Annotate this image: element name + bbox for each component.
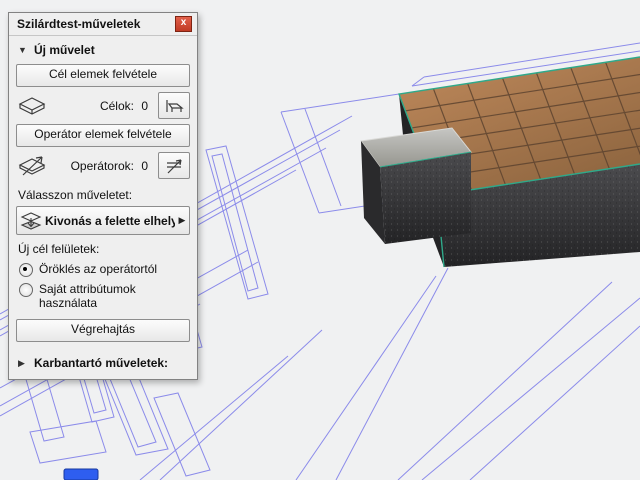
target-slab-icon — [16, 94, 48, 118]
section-new-operation[interactable]: ▼ Új művelet — [9, 36, 197, 62]
app-screen: Szilárdtest-műveletek x ▼ Új művelet Cél… — [0, 0, 640, 480]
pick-operators-button[interactable] — [158, 152, 190, 179]
step-front-texture — [380, 152, 471, 244]
pick-operators-icon — [164, 158, 184, 174]
radio-custom-label-line2: használata — [39, 296, 136, 310]
targets-counter: Célok: 0 — [50, 99, 156, 113]
expander-closed-icon[interactable]: ▶ — [18, 358, 28, 369]
pick-targets-icon — [164, 98, 184, 114]
pick-targets-button[interactable] — [158, 92, 190, 119]
operators-counter: Operátorok: 0 — [50, 159, 156, 173]
section-maintenance-label: Karbantartó műveletek: — [34, 356, 168, 370]
dialog-title: Szilárdtest-műveletek — [17, 17, 175, 31]
operation-dropdown[interactable]: Kivonás a felette elhelye ▶ — [16, 206, 190, 235]
get-operators-button[interactable]: Operátor elemek felvétele — [16, 124, 190, 147]
dropdown-more-icon[interactable]: ▶ — [175, 215, 189, 226]
section-new-label: Új művelet — [34, 43, 95, 57]
expander-open-icon[interactable]: ▼ — [18, 45, 28, 55]
solid-step[interactable] — [361, 128, 471, 244]
radio-custom-row[interactable]: Saját attribútumok használata — [9, 279, 197, 312]
radio-custom-button[interactable] — [19, 283, 33, 297]
radio-inherit-row[interactable]: Öröklés az operátortól — [9, 259, 197, 279]
get-targets-button[interactable]: Cél elemek felvétele — [16, 64, 190, 87]
radio-inherit-label: Öröklés az operátortól — [39, 262, 157, 276]
section-maintenance[interactable]: ▶ Karbantartó műveletek: — [9, 350, 197, 379]
subtract-operation-icon — [19, 211, 43, 231]
choose-operation-label: Válasszon műveletet: — [9, 182, 197, 205]
blue-marker[interactable] — [64, 469, 98, 480]
solid-operations-dialog: Szilárdtest-műveletek x ▼ Új művelet Cél… — [8, 12, 198, 380]
targets-row: Célok: 0 — [9, 89, 197, 122]
operation-value: Kivonás a felette elhelye — [45, 214, 175, 228]
radio-custom-label-line1: Saját attribútumok — [39, 282, 136, 296]
dialog-titlebar[interactable]: Szilárdtest-műveletek x — [9, 13, 197, 36]
close-button[interactable]: x — [175, 16, 192, 32]
operators-row: Operátorok: 0 — [9, 149, 197, 182]
targets-counter-label: Célok: — [100, 99, 134, 113]
new-surfaces-label: Új cél felületek: — [9, 236, 197, 259]
radio-custom-label: Saját attribútumok használata — [39, 282, 136, 310]
operators-counter-label: Operátorok: — [71, 159, 134, 173]
execute-button[interactable]: Végrehajtás — [16, 319, 190, 342]
operator-slab-icon — [16, 154, 48, 178]
targets-counter-value: 0 — [141, 99, 148, 113]
operators-counter-value: 0 — [141, 159, 148, 173]
radio-inherit-button[interactable] — [19, 263, 33, 277]
